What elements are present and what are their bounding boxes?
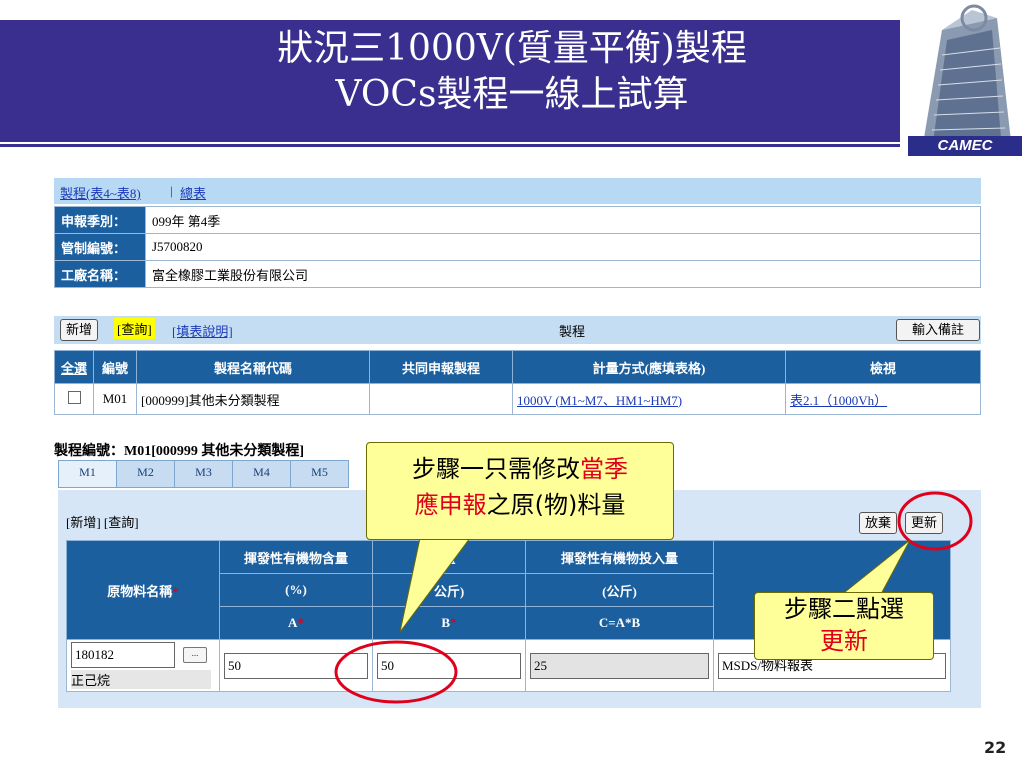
lookup-icon[interactable]: ... <box>183 647 207 663</box>
discard-button[interactable]: 放棄 <box>859 512 898 534</box>
camec-logo-text: CAMEC <box>908 136 1022 156</box>
action-bar: 新增 [查詢] [填表說明] 製程 輸入備註 <box>54 316 981 344</box>
process-number-label: 製程編號：M01[000999 其他未分類製程] <box>54 444 305 459</box>
process-name-header: 製程名稱代碼 <box>136 350 370 384</box>
slide-title-line2: VOCs製程一線上試算 <box>335 74 689 115</box>
material-name-header-text: 原物料名稱 <box>107 583 173 599</box>
control-no-label: 管制編號： <box>54 233 146 261</box>
nav-separator: | <box>170 183 173 198</box>
usage-amount-input[interactable]: 50 <box>377 652 521 679</box>
row-id: M01 <box>93 383 137 415</box>
usage-amount-unit: 公斤) <box>372 573 526 607</box>
voc-content-unit: (%) <box>219 573 373 607</box>
row-method-cell[interactable]: 1000V (M1~M7、HM1~HM7) <box>512 383 786 415</box>
report-info-table: 申報季別： 099年 第4季 管制編號： J5700820 工廠名稱： 富全橡膠… <box>54 206 981 288</box>
building-logo-icon <box>902 0 1024 158</box>
fill-instructions-link[interactable]: [填表說明] <box>172 321 233 340</box>
step1-callout: 步驟一只需修改當季 應申報之原(物)料量 <box>366 442 674 540</box>
col-b-label: B* <box>372 606 526 640</box>
info-row-control-no: 管制編號： J5700820 <box>54 233 981 261</box>
step2-callout-text: 步驟二點選 更新 <box>755 593 933 657</box>
usage-amount-header: 量 <box>372 540 526 574</box>
voc-content-cell: 50 <box>219 639 373 692</box>
voc-content-header: 揮發性有機物含量 <box>219 540 373 574</box>
col-a-label: A* <box>219 606 373 640</box>
table-row: M01 [000999]其他未分類製程 1000V (M1~M7、HM1~HM7… <box>54 383 981 415</box>
process-table-header: 全選 編號 製程名稱代碼 共同申報製程 計量方式(應填表格) 檢視 <box>54 350 981 384</box>
tab-m1[interactable]: M1 <box>58 460 117 488</box>
step2-callout: 步驟二點選 更新 <box>754 592 934 660</box>
material-name-header: 原物料名稱* <box>66 540 220 640</box>
row-method-link[interactable]: 1000V (M1~M7、HM1~HM7) <box>517 393 682 408</box>
step1-text-red2: 應申報 <box>414 491 487 519</box>
summary-table-link[interactable]: 總表 <box>180 183 206 202</box>
voc-input-cell: 25 <box>525 639 714 692</box>
row-process-name: [000999]其他未分類製程 <box>136 383 370 415</box>
top-nav-bar: 製程(表4~表8) | 總表 <box>54 178 981 204</box>
input-note-button[interactable]: 輸入備註 <box>896 319 980 341</box>
tab-m3[interactable]: M3 <box>174 460 233 488</box>
col-c-label: C=A*B <box>525 606 714 640</box>
step2-text-a: 步驟二點選 <box>784 595 904 623</box>
voc-input-value: 25 <box>530 652 709 679</box>
material-header-row1: 原物料名稱* 揮發性有機物含量 量 揮發性有機物投入量 <box>66 540 951 640</box>
info-row-season: 申報季別： 099年 第4季 <box>54 206 981 234</box>
season-value: 099年 第4季 <box>145 206 981 234</box>
tab-m4[interactable]: M4 <box>232 460 291 488</box>
material-name: 正己烷 <box>71 670 211 689</box>
update-button[interactable]: 更新 <box>905 512 944 534</box>
shared-process-header: 共同申報製程 <box>369 350 513 384</box>
material-cell: 180182 ... 正己烷 <box>66 639 220 692</box>
required-star: * <box>450 615 457 630</box>
query-button[interactable]: [查詢] <box>114 318 155 339</box>
process-table: 全選 編號 製程名稱代碼 共同申報製程 計量方式(應填表格) 檢視 M01 [0… <box>54 350 981 415</box>
row-view-link[interactable]: 表2.1（1000Vh） <box>790 393 887 408</box>
slide-header-underline <box>0 144 900 147</box>
method-header: 計量方式(應填表格) <box>512 350 786 384</box>
section-label: 製程 <box>559 324 586 339</box>
control-no-value: J5700820 <box>145 233 981 261</box>
select-all-header[interactable]: 全選 <box>54 350 94 384</box>
factory-name-label: 工廠名稱： <box>54 260 146 288</box>
step1-callout-text: 步驟一只需修改當季 應申報之原(物)料量 <box>367 451 673 523</box>
step1-text-a: 步驟一只需修改 <box>412 455 580 483</box>
slide-title-line1: 狀況三1000V(質量平衡)製程 <box>277 28 747 69</box>
step1-text-b: 之原(物)料量 <box>486 491 626 519</box>
id-header: 編號 <box>93 350 137 384</box>
required-star: * <box>172 583 179 599</box>
material-code-input[interactable]: 180182 <box>71 642 175 668</box>
required-star: * <box>297 615 304 630</box>
voc-input-unit: (公斤) <box>525 573 714 607</box>
sub-add-query-actions[interactable]: [新增] [查詢] <box>66 512 139 531</box>
voc-content-input[interactable]: 50 <box>224 652 368 679</box>
step2-text-red: 更新 <box>820 627 868 655</box>
process-tables-link[interactable]: 製程(表4~表8) <box>60 183 141 202</box>
col-b-text: B <box>441 615 451 630</box>
tab-m5[interactable]: M5 <box>290 460 349 488</box>
factory-name-value: 富全橡膠工業股份有限公司 <box>145 260 981 288</box>
view-header: 檢視 <box>785 350 981 384</box>
row-view-cell[interactable]: 表2.1（1000Vh） <box>785 383 981 415</box>
add-button[interactable]: 新增 <box>60 319 99 341</box>
info-row-factory: 工廠名稱： 富全橡膠工業股份有限公司 <box>54 260 981 288</box>
row-shared-process <box>369 383 513 415</box>
row-checkbox-cell[interactable] <box>54 383 94 415</box>
slide-title: 狀況三1000V(質量平衡)製程 VOCs製程一線上試算 <box>0 26 1024 118</box>
tab-m2[interactable]: M2 <box>116 460 175 488</box>
voc-input-header: 揮發性有機物投入量 <box>525 540 714 574</box>
step1-text-red1: 當季 <box>580 455 628 483</box>
page-number: 22 <box>984 738 1007 757</box>
row-checkbox[interactable] <box>67 390 81 404</box>
usage-amount-cell: 50 <box>372 639 526 692</box>
season-label: 申報季別： <box>54 206 146 234</box>
